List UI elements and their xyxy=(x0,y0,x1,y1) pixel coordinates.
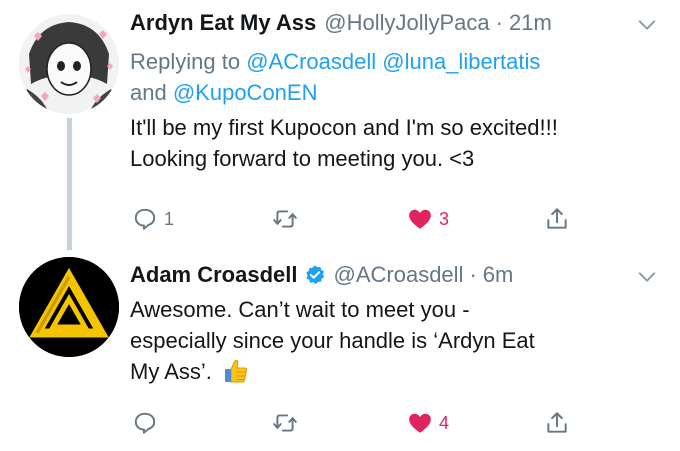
like-button[interactable]: 3 xyxy=(407,204,449,234)
tweet-header: Ardyn Eat My Ass @HollyJollyPaca · 21m xyxy=(130,8,660,38)
verified-badge-icon xyxy=(305,265,324,284)
tweet-actions: 1 3 xyxy=(130,204,600,234)
replying-to: Replying to @ACroasdell @luna_libertatis… xyxy=(130,46,660,108)
thumbs-up-emoji-icon xyxy=(225,359,248,383)
mention-link[interactable]: @KupoConEN xyxy=(173,80,318,105)
replying-and: and xyxy=(130,80,167,105)
reply-count: 1 xyxy=(164,208,175,229)
retweet-icon xyxy=(273,210,297,228)
share-icon xyxy=(547,412,567,433)
tweet-header: Adam Croasdell @ACroasdell · 6m xyxy=(130,260,660,290)
tweet[interactable]: Ardyn Eat My Ass @HollyJollyPaca · 21m R… xyxy=(130,8,660,230)
like-count: 3 xyxy=(439,208,450,229)
chevron-down-icon[interactable] xyxy=(636,266,658,288)
tweet-text-line: It'll be my first Kupocon and I'm so exc… xyxy=(130,115,558,140)
tweet-text-fragment: My Ass’. xyxy=(130,359,212,384)
display-name[interactable]: Ardyn Eat My Ass xyxy=(130,8,316,38)
tweet-text: It'll be my first Kupocon and I'm so exc… xyxy=(130,112,660,174)
heart-icon xyxy=(409,413,431,433)
handle[interactable]: @HollyJollyPaca xyxy=(324,8,489,38)
share-button[interactable] xyxy=(544,204,570,234)
tweet-text-line: Awesome. Can’t wait to meet you - xyxy=(130,297,470,322)
tweet-text-line: especially since your handle is ‘Ardyn E… xyxy=(130,328,535,353)
tweet-actions: 4 xyxy=(130,408,600,438)
separator: · xyxy=(469,262,477,287)
handle[interactable]: @ACroasdell xyxy=(334,260,464,290)
retweet-button[interactable] xyxy=(272,204,304,234)
timestamp[interactable]: 21m xyxy=(509,8,552,38)
avatar[interactable] xyxy=(19,257,119,357)
retweet-button[interactable] xyxy=(272,408,304,438)
tweet[interactable]: Adam Croasdell @ACroasdell · 6m Awesome.… xyxy=(130,260,660,434)
reply-icon xyxy=(134,208,156,230)
mention-link[interactable]: @ACroasdell xyxy=(246,49,376,74)
display-name[interactable]: Adam Croasdell xyxy=(130,260,298,290)
timestamp[interactable]: 6m xyxy=(483,260,514,290)
reply-button[interactable] xyxy=(132,408,164,438)
avatar[interactable] xyxy=(19,14,119,114)
tweet-text-line: My Ass’. xyxy=(130,356,660,387)
chevron-down-icon[interactable] xyxy=(636,14,658,36)
replying-prefix: Replying to xyxy=(130,49,241,74)
gold-triangle-logo-icon xyxy=(19,257,119,357)
mention-link[interactable]: @luna_libertatis xyxy=(382,49,540,74)
share-button[interactable] xyxy=(544,408,570,438)
thread-connector-line xyxy=(67,118,72,250)
like-count: 4 xyxy=(439,412,450,433)
heart-icon xyxy=(409,209,431,229)
tweet-text: Awesome. Can’t wait to meet you - especi… xyxy=(130,294,660,387)
reply-icon xyxy=(134,412,156,434)
retweet-icon xyxy=(273,414,297,432)
share-icon xyxy=(547,208,567,229)
manga-character-avatar-icon xyxy=(19,14,119,114)
separator: · xyxy=(495,10,503,35)
like-button[interactable]: 4 xyxy=(407,408,449,438)
tweet-text-line: Looking forward to meeting you. <3 xyxy=(130,146,475,171)
reply-button[interactable]: 1 xyxy=(132,204,174,234)
